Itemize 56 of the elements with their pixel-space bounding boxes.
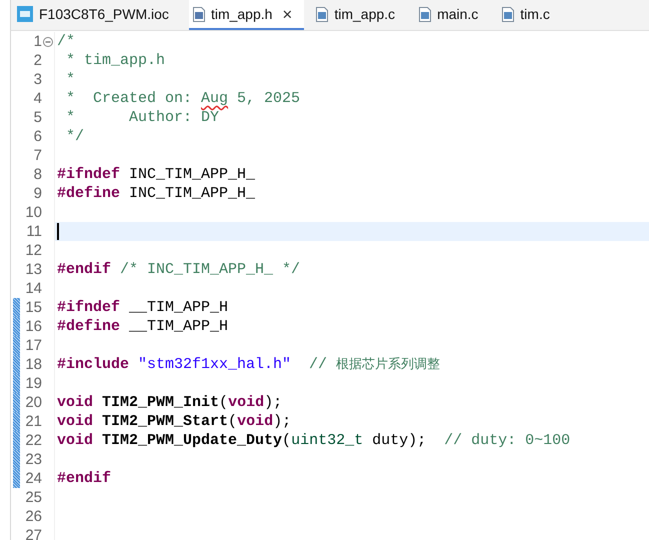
line-number: 17 [24,336,42,355]
line-number: 24 [24,469,42,488]
line-number: 27 [24,526,42,540]
line-number: 1 [32,32,42,51]
line-number: 3 [32,70,42,89]
line-number: 9 [32,184,42,203]
line-number: 12 [24,241,42,260]
cube-logo-icon [17,6,33,22]
line-number: 21 [24,412,42,431]
code-line: void TIM2_PWM_Init(void); [57,394,282,411]
code-line: */ [65,128,84,145]
line-number: 11 [25,222,42,241]
line-number: 22 [24,431,42,450]
code-line: #define __TIM_APP_H [57,318,228,335]
editor-tab[interactable]: tim.c [498,0,562,30]
code-line: #ifndef INC_TIM_APP_H_ [57,166,256,183]
code-line: * [65,71,76,88]
code-line: #define INC_TIM_APP_H_ [57,185,256,202]
code-line: /* [57,33,76,50]
line-number: 10 [24,203,42,222]
line-number: 14 [24,279,42,298]
code-line: #ifndef __TIM_APP_H [57,299,228,316]
code-line: #endif /* INC_TIM_APP_H_ */ [57,261,300,278]
line-number: 4 [32,89,42,108]
collapse-icon[interactable] [43,36,53,46]
line-number: 23 [24,450,42,469]
code-line: #include "stm32f1xx_hal.h" // 根据芯片系列调整 [57,356,440,373]
editor-tab[interactable]: tim_app.c [312,0,408,30]
line-number: 25 [24,488,42,507]
line-number: 19 [24,374,42,393]
line-number: 13 [24,260,42,279]
code-line: #endif [57,470,112,487]
file-icon [502,6,514,22]
code-line: void TIM2_PWM_Start(void); [57,413,292,430]
text-cursor [57,222,59,240]
line-number: 15 [24,298,42,317]
line-number: 7 [32,146,42,165]
file-icon [316,6,328,22]
line-number: 5 [32,108,42,127]
code-line: * Created on: Aug 5, 2025 [65,90,300,107]
line-number: 2 [32,51,42,70]
line-number: 18 [24,355,42,374]
line-number: 26 [24,507,42,526]
close-icon[interactable]: × [282,6,292,22]
code-line: * tim_app.h [65,52,166,69]
code-line: * Author: DY [65,109,220,126]
line-number: 20 [24,393,42,412]
editor-tab[interactable]: main.c [415,0,490,30]
code-line: void TIM2_PWM_Update_Duty(uint32_t duty); // duty: 0~100 [57,432,570,449]
line-number: 8 [32,165,42,184]
line-number: 6 [32,127,42,146]
file-icon [192,6,205,22]
editor-tab[interactable]: F103C8T6_PWM.ioc [11,0,181,30]
file-icon [419,6,432,22]
editor-tab[interactable]: tim_app.h × [188,0,304,30]
line-number: 16 [24,317,42,336]
